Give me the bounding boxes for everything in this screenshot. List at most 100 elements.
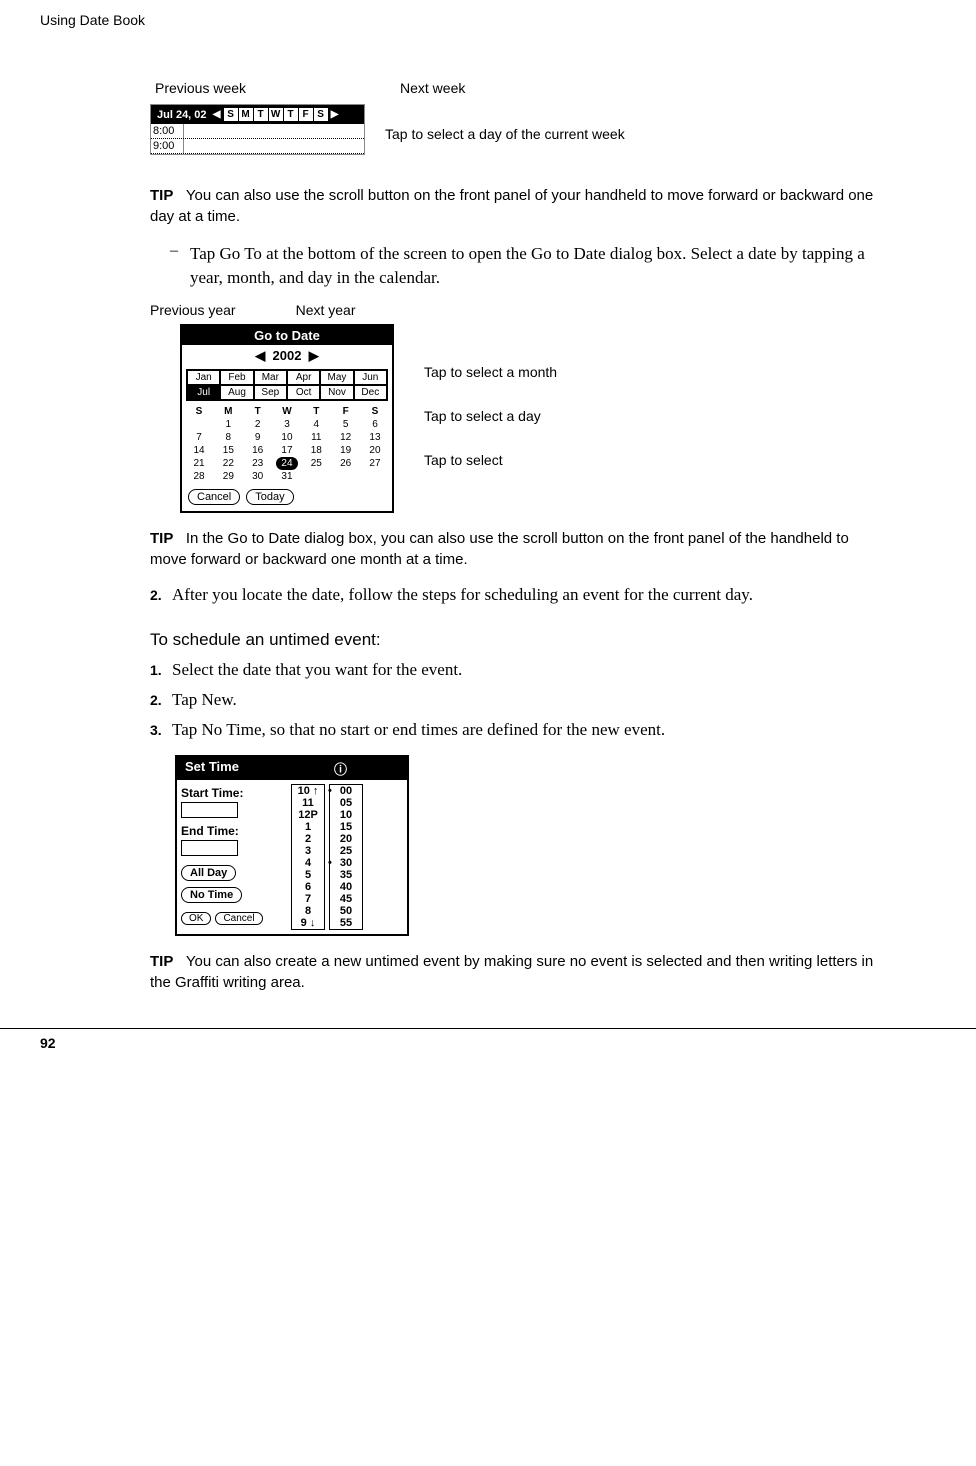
calendar-day-cell[interactable]: 1 xyxy=(217,418,239,431)
minute-option[interactable]: 00 xyxy=(330,785,362,797)
time-slot[interactable]: 8:00 xyxy=(151,124,184,138)
no-time-button[interactable]: No Time xyxy=(181,887,242,903)
month-cell[interactable]: Mar xyxy=(254,370,287,385)
end-time-field[interactable] xyxy=(181,840,238,856)
minute-option[interactable]: 50 xyxy=(330,905,362,917)
minute-option[interactable]: 40 xyxy=(330,881,362,893)
hour-option[interactable]: 9 ↓ xyxy=(292,917,324,929)
calendar-day-cell[interactable]: 15 xyxy=(217,444,239,457)
minutes-column[interactable]: 000510152025303540455055 xyxy=(329,784,363,930)
minute-option[interactable]: 05 xyxy=(330,797,362,809)
calendar-day-cell[interactable]: 22 xyxy=(217,457,239,470)
hour-option[interactable]: 3 xyxy=(292,845,324,857)
next-week-button[interactable]: ▶ xyxy=(329,108,341,122)
minute-option[interactable]: 15 xyxy=(330,821,362,833)
minute-option[interactable]: 10 xyxy=(330,809,362,821)
month-cell[interactable]: Jan xyxy=(187,370,220,385)
info-icon[interactable]: ⓘ xyxy=(334,759,347,778)
calendar-day-cell[interactable]: 25 xyxy=(305,457,327,470)
minute-option[interactable]: 25 xyxy=(330,845,362,857)
calendar-day-cell[interactable]: 31 xyxy=(276,470,298,483)
day-cell[interactable]: T xyxy=(254,108,269,121)
month-cell[interactable]: Nov xyxy=(320,385,353,400)
hour-option[interactable]: 7 xyxy=(292,893,324,905)
time-slot[interactable]: 9:00 xyxy=(151,139,184,153)
year-selector: ◀ 2002 ▶ xyxy=(182,345,392,367)
calendar-day-cell[interactable]: 27 xyxy=(364,457,386,470)
calendar-day-cell[interactable]: 29 xyxy=(217,470,239,483)
calendar-day-cell[interactable]: 20 xyxy=(364,444,386,457)
calendar-day-cell[interactable]: 2 xyxy=(247,418,269,431)
month-cell[interactable]: Feb xyxy=(220,370,253,385)
calendar-day-cell[interactable]: 16 xyxy=(247,444,269,457)
month-cell[interactable]: Oct xyxy=(287,385,320,400)
day-cell[interactable]: W xyxy=(269,108,284,121)
month-cell[interactable]: Aug xyxy=(220,385,253,400)
calendar-day-header: S xyxy=(188,405,210,418)
prev-week-button[interactable]: ◀ xyxy=(211,108,223,122)
month-cell[interactable]: Jun xyxy=(354,370,387,385)
calendar-day-cell[interactable]: 3 xyxy=(276,418,298,431)
hour-option[interactable]: 10 ↑ xyxy=(292,785,324,797)
day-cell[interactable]: F xyxy=(299,108,314,121)
minute-option[interactable]: 45 xyxy=(330,893,362,905)
hour-option[interactable]: 6 xyxy=(292,881,324,893)
today-button[interactable]: Today xyxy=(246,489,293,505)
day-cell[interactable]: M xyxy=(239,108,254,121)
calendar-day-cell[interactable]: 21 xyxy=(188,457,210,470)
minute-option[interactable]: 20 xyxy=(330,833,362,845)
month-cell[interactable]: May xyxy=(320,370,353,385)
cancel-button[interactable]: Cancel xyxy=(215,912,262,925)
calendar-day-cell[interactable]: 6 xyxy=(364,418,386,431)
hour-option[interactable]: 12P xyxy=(292,809,324,821)
minute-option[interactable]: 30 xyxy=(330,857,362,869)
calendar-day-cell[interactable]: 28 xyxy=(188,470,210,483)
month-cell[interactable]: Apr xyxy=(287,370,320,385)
hours-column[interactable]: 10 ↑1112P123456789 ↓ xyxy=(291,784,325,930)
month-cell[interactable]: Dec xyxy=(354,385,387,400)
calendar-day-cell[interactable]: 9 xyxy=(247,431,269,444)
calendar-day-cell[interactable]: 26 xyxy=(335,457,357,470)
hour-option[interactable]: 1 xyxy=(292,821,324,833)
day-cell[interactable]: S xyxy=(314,108,328,121)
calendar-day-cell[interactable]: 10 xyxy=(276,431,298,444)
hour-option[interactable]: 4 xyxy=(292,857,324,869)
hour-option[interactable]: 2 xyxy=(292,833,324,845)
ok-button[interactable]: OK xyxy=(181,912,211,925)
month-cell[interactable]: Sep xyxy=(254,385,287,400)
calendar-day-cell[interactable]: 18 xyxy=(305,444,327,457)
figure-set-time: Set Time ⓘ Start Time: End Time: All Day… xyxy=(175,755,886,936)
prev-year-button[interactable]: ◀ xyxy=(255,348,265,363)
minute-option[interactable]: 35 xyxy=(330,869,362,881)
calendar-day-cell[interactable]: 24 xyxy=(276,457,298,470)
calendar-day-cell[interactable]: 11 xyxy=(305,431,327,444)
calendar-day-cell[interactable]: 4 xyxy=(305,418,327,431)
day-selector[interactable]: S M T W T F S xyxy=(223,107,329,122)
tip-text: In the Go to Date dialog box, you can al… xyxy=(150,530,849,568)
start-time-label: Start Time: xyxy=(181,786,291,800)
day-cell[interactable]: T xyxy=(284,108,299,121)
month-cell[interactable]: Jul xyxy=(187,385,220,400)
calendar-day-header: W xyxy=(276,405,298,418)
minute-option[interactable]: 55 xyxy=(330,917,362,929)
calendar-day-cell[interactable]: 13 xyxy=(364,431,386,444)
cancel-button[interactable]: Cancel xyxy=(188,489,240,505)
hour-option[interactable]: 8 xyxy=(292,905,324,917)
hour-option[interactable]: 11 xyxy=(292,797,324,809)
calendar-day-cell[interactable]: 7 xyxy=(188,431,210,444)
calendar-day-cell[interactable]: 8 xyxy=(217,431,239,444)
calendar-day-cell xyxy=(305,470,327,483)
all-day-button[interactable]: All Day xyxy=(181,865,236,881)
calendar-day-cell[interactable]: 23 xyxy=(247,457,269,470)
hour-option[interactable]: 5 xyxy=(292,869,324,881)
calendar-day-cell[interactable]: 17 xyxy=(276,444,298,457)
calendar-day-cell[interactable]: 12 xyxy=(335,431,357,444)
calendar-day-cell[interactable]: 14 xyxy=(188,444,210,457)
calendar-day-cell[interactable]: 30 xyxy=(247,470,269,483)
calendar-day-cell[interactable]: 5 xyxy=(335,418,357,431)
next-year-button[interactable]: ▶ xyxy=(309,348,319,363)
calendar-day-cell[interactable]: 19 xyxy=(335,444,357,457)
day-cell[interactable]: S xyxy=(224,108,239,121)
start-time-field[interactable] xyxy=(181,802,238,818)
chapter-title: Using Date Book xyxy=(40,12,145,28)
